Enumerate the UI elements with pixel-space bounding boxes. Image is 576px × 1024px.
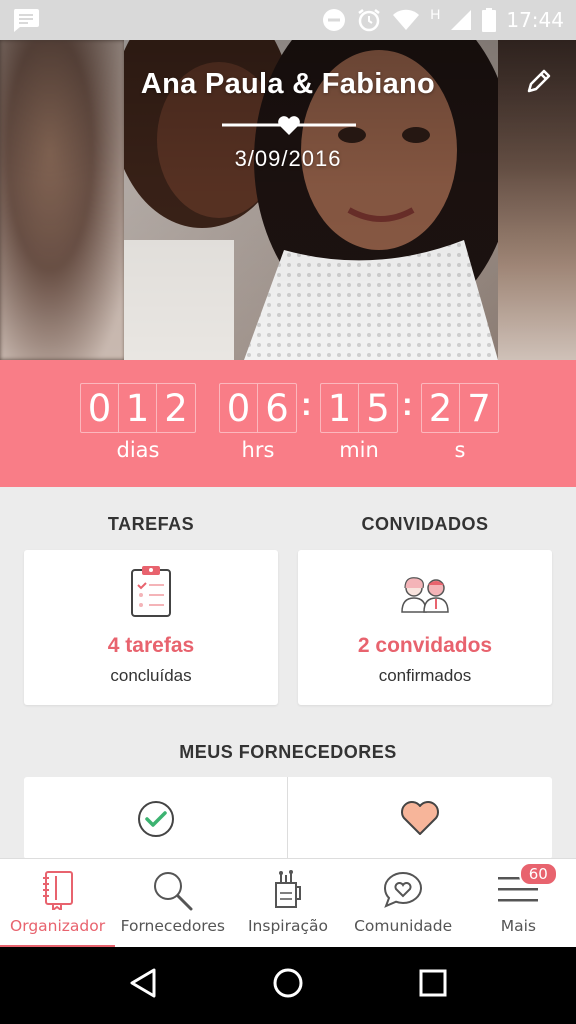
vendors-favorites[interactable] <box>288 777 552 859</box>
vendors-card <box>24 777 552 859</box>
recents-square-icon <box>419 969 447 1002</box>
couple-names: Ana Paula & Fabiano <box>140 68 436 100</box>
guests-title: CONVIDADOS <box>361 514 489 534</box>
nav-label: Inspiração <box>247 917 328 935</box>
vendors-booked[interactable] <box>24 777 288 859</box>
countdown-days: 0 1 2 <box>80 383 196 433</box>
countdown-digit: 0 <box>220 384 258 432</box>
nav-label: Comunidade <box>354 917 453 935</box>
nav-label: Organizador <box>10 917 106 935</box>
guests-count: 2 convidados <box>357 634 493 657</box>
notebook-icon <box>41 868 75 912</box>
clipboard-checklist-icon <box>24 564 278 620</box>
countdown-panel: 0 1 2 0 6 : 1 5 : 2 7 dias hrs min s <box>0 360 576 487</box>
countdown-digit: 2 <box>164 386 188 430</box>
countdown-separator: : <box>301 386 312 422</box>
couple-icon <box>298 564 552 620</box>
countdown-digit: 1 <box>119 384 157 432</box>
recents-button[interactable] <box>403 956 463 1016</box>
home-button[interactable] <box>258 956 318 1016</box>
tasks-card[interactable]: 4 tarefas concluídas <box>24 550 278 705</box>
nav-label: Mais <box>500 917 536 935</box>
pencil-icon <box>525 67 553 100</box>
checkmark-circle-icon <box>136 799 176 859</box>
h-network-icon: H <box>430 6 441 22</box>
countdown-hours: 0 6 <box>219 383 297 433</box>
countdown-label-days: dias <box>116 438 160 462</box>
tasks-count: 4 tarefas <box>107 634 195 657</box>
countdown-digit: 0 <box>81 384 119 432</box>
tasks-title: TAREFAS <box>107 514 195 534</box>
chat-heart-icon <box>382 868 424 912</box>
countdown-minutes: 1 5 <box>320 383 398 433</box>
bottom-navigation: Organizador Fornecedores Inspiração Comu… <box>0 858 576 948</box>
nav-inspiracao[interactable]: Inspiração <box>230 859 345 948</box>
heart-divider-icon <box>222 114 356 136</box>
signal-icon <box>450 9 472 31</box>
inspiration-cup-icon <box>271 868 305 912</box>
countdown-separator: : <box>402 386 413 422</box>
countdown-label-seconds: s <box>454 438 466 462</box>
back-button[interactable] <box>113 956 173 1016</box>
vendors-title: MEUS FORNECEDORES <box>179 742 397 762</box>
do-not-disturb-icon <box>322 8 346 32</box>
heart-icon <box>399 799 441 859</box>
nav-organizador[interactable]: Organizador <box>0 859 116 948</box>
notification-badge: 60 <box>518 862 558 886</box>
countdown-digit: 5 <box>366 386 390 430</box>
nav-mais[interactable]: Mais 60 <box>461 859 576 948</box>
guests-status: confirmados <box>378 666 472 685</box>
nav-label: Fornecedores <box>120 917 225 935</box>
tasks-status: concluídas <box>110 666 192 685</box>
countdown-digit: 6 <box>265 386 289 430</box>
back-triangle-icon <box>128 967 158 1004</box>
countdown-label-minutes: min <box>339 438 379 462</box>
wedding-date: 3/09/2016 <box>234 146 342 171</box>
countdown-digit: 2 <box>422 384 460 432</box>
search-icon <box>151 868 195 912</box>
alarm-icon <box>356 7 382 33</box>
guests-card[interactable]: 2 convidados confirmados <box>298 550 552 705</box>
status-time: 17:44 <box>506 8 564 32</box>
countdown-seconds: 2 7 <box>421 383 499 433</box>
nav-fornecedores[interactable]: Fornecedores <box>115 859 230 948</box>
cover-photo[interactable]: Ana Paula & Fabiano 3/09/2016 <box>0 40 576 360</box>
countdown-label-hours: hrs <box>241 438 275 462</box>
system-navigation-bar <box>0 947 576 1024</box>
status-bar: H 17:44 <box>0 0 576 40</box>
countdown-digit: 1 <box>321 384 359 432</box>
wifi-icon <box>392 9 420 31</box>
home-circle-icon <box>272 967 304 1004</box>
battery-icon <box>482 8 497 32</box>
nav-comunidade[interactable]: Comunidade <box>346 859 461 948</box>
countdown-digit: 7 <box>467 386 491 430</box>
edit-button[interactable] <box>522 66 556 100</box>
notification-message-icon <box>12 7 40 33</box>
